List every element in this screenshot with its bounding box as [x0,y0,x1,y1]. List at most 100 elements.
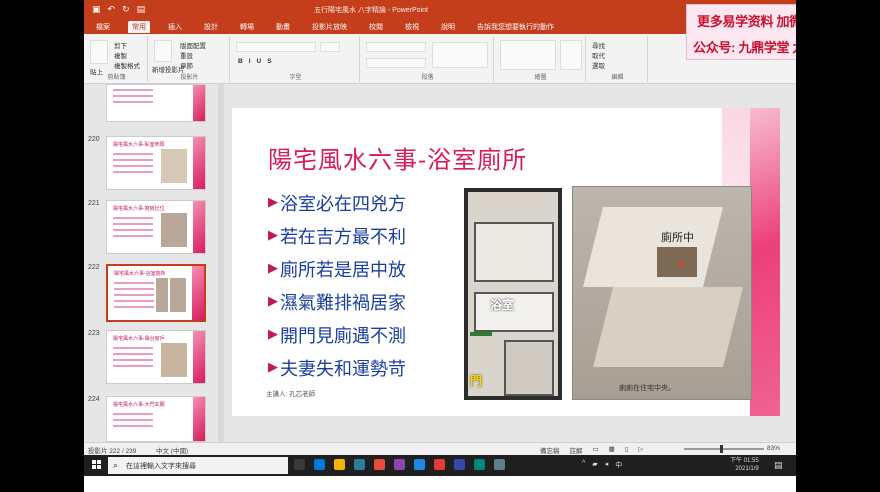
font-family-select[interactable] [236,42,316,52]
find-button[interactable]: 尋找 [592,40,605,50]
current-slide[interactable]: 陽宅風水六事-浴室廁所 ▶ 浴室必在四兇方 ▶ 若在吉方最不利 ▶ 廁所若是居中放 ▶… [232,108,780,416]
tab-animations[interactable]: 動畫 [272,21,294,33]
format-painter-button[interactable]: 複製格式 [114,60,140,70]
slide-thumbnail-panel: 220 陽宅風水六事-臥室佈局 221 陽宅風水六事-廚房灶位 222 陽宅風水… [84,84,219,442]
group-slides: 新增投影片 版面配置 重設 章節 投影片 [150,36,230,82]
reading-view-icon[interactable]: ▯ [625,445,629,455]
ime-indicator[interactable]: 中 [615,460,622,470]
bullet-item: ▶ 濕氣難排禍居家 [268,292,406,314]
list-buttons[interactable] [366,42,426,52]
app-icon[interactable] [494,459,505,470]
network-icon[interactable]: ▰ [592,460,597,470]
slide-number: 223 [88,330,100,337]
door-label: 門 [470,374,483,388]
slide-thumbnail[interactable]: 陽宅風水六事-大門玄關 [106,396,206,442]
zoom-level[interactable]: 83% [767,445,780,452]
present-icon[interactable]: ▤ [137,4,146,15]
slide-thumbnail[interactable]: 陽宅風水六事-臥室佈局 [106,136,206,190]
normal-view-icon[interactable]: ▭ [593,445,599,455]
thumbnail-title: 陽宅風水六事-浴室廁所 [114,271,166,277]
app-icon[interactable] [454,459,465,470]
tab-review[interactable]: 校閱 [365,21,387,33]
text-direction-buttons[interactable] [432,42,488,68]
app-icon[interactable] [394,459,405,470]
clock-date: 2021/1/9 [735,466,759,472]
arrange-button[interactable] [560,40,582,70]
system-clock[interactable]: 下午 01:55 2021/1/9 [730,457,759,473]
save-icon[interactable]: ▣ [92,4,101,15]
slide-number: 222 [88,264,100,271]
group-label-clipboard: 剪貼簿 [107,75,126,81]
bullet-arrow-icon: ▶ [268,261,278,276]
replace-button[interactable]: 取代 [592,50,605,60]
font-size-select[interactable] [320,42,340,52]
slide-number: 221 [88,200,100,207]
slide-thumbnail-selected[interactable]: 陽宅風水六事-浴室廁所 [106,264,206,322]
group-label-paragraph: 段落 [421,75,434,81]
volume-icon[interactable]: ◂ [605,460,609,470]
select-button[interactable]: 選取 [592,60,605,70]
align-buttons[interactable] [366,58,426,68]
tab-design[interactable]: 設計 [200,21,222,33]
new-slide-button[interactable] [154,40,172,62]
house-render-image[interactable]: 廁所中 廁廁在住宅中央。 [572,186,752,400]
sorter-view-icon[interactable]: ▦ [609,445,615,455]
taskbar-search-box[interactable]: ⌕ 在這裡輸入文字來搜尋 [108,457,288,474]
bullet-item: ▶ 浴室必在四兇方 [268,193,406,215]
shapes-gallery[interactable] [500,40,556,70]
paste-button[interactable] [90,40,108,64]
tab-slideshow[interactable]: 投影片放映 [308,21,351,33]
store-icon[interactable] [354,459,365,470]
layout-button[interactable]: 版面配置 [180,40,206,50]
tab-view[interactable]: 檢視 [401,21,423,33]
bullet-arrow-icon: ▶ [268,360,278,375]
tab-home[interactable]: 常用 [128,21,150,33]
font-style-buttons[interactable]: BIUS [238,58,278,65]
powerpoint-window: ▣ ↶ ↻ ▤ 五行陽宅風水 八字精論 - PowerPoint 檔案 常用 插… [84,0,796,455]
comments-button[interactable]: 註解 [570,445,583,455]
redo-icon[interactable]: ↻ [122,4,130,15]
bullet-arrow-icon: ▶ [268,195,278,210]
slide-title[interactable]: 陽宅風水六事-浴室廁所 [268,140,527,175]
tab-file[interactable]: 檔案 [92,21,114,33]
group-clipboard: 貼上 剪下 複製 複製格式 剪貼簿 [86,36,148,82]
app-icon[interactable] [474,459,485,470]
slide-thumbnail[interactable] [106,84,206,122]
slideshow-view-icon[interactable]: ▷ [638,445,643,455]
copy-button[interactable]: 複製 [114,50,127,60]
floorplan-image[interactable]: 浴室 門 [464,188,562,400]
chevron-up-icon[interactable]: ^ [582,460,585,470]
thumbnail-title: 陽宅風水六事-廚房灶位 [113,206,165,212]
windows-start-icon[interactable] [92,460,102,470]
tab-insert[interactable]: 插入 [164,21,186,33]
reset-button[interactable]: 重設 [180,50,193,60]
edge-icon[interactable] [414,459,425,470]
group-paragraph: 段落 [362,36,494,82]
chrome-icon[interactable] [434,459,445,470]
task-view-icon[interactable] [314,459,325,470]
notification-icon[interactable]: ▤ [774,460,783,471]
slide-number: 220 [88,136,100,143]
cut-button[interactable]: 剪下 [114,40,127,50]
tab-help[interactable]: 說明 [437,21,459,33]
tab-transitions[interactable]: 轉場 [236,21,258,33]
slide-thumbnail[interactable]: 陽宅風水六事-陽台窗戶 [106,330,206,384]
zoom-slider[interactable] [684,448,764,450]
tell-me-search[interactable]: 告訴我您想要執行的動作 [473,21,558,33]
file-explorer-icon[interactable] [334,459,345,470]
location-marker-icon [679,261,684,266]
browser-icon[interactable] [374,459,385,470]
slide-decoration-pink [750,108,780,416]
slide-thumbnail[interactable]: 陽宅風水六事-廚房灶位 [106,200,206,254]
group-font: BIUS 字型 [232,36,360,82]
zoom-slider-handle[interactable] [720,445,723,453]
undo-icon[interactable]: ↶ [108,4,116,15]
letterbox-right [796,0,880,492]
status-bar: 投影片 222 / 239 中文 (中國) 備忘稿 註解 ▭ ▦ ▯ ▷ 83% [84,442,796,455]
language-indicator[interactable]: 中文 (中國) [156,445,188,455]
bullet-list[interactable]: ▶ 浴室必在四兇方 ▶ 若在吉方最不利 ▶ 廁所若是居中放 ▶ 濕氣難排禍居家 ▶ 開門見… [268,186,406,384]
bullet-item: ▶ 若在吉方最不利 [268,226,406,248]
notes-button[interactable]: 備忘稿 [540,445,560,455]
cortana-icon[interactable] [294,459,305,470]
section-button[interactable]: 章節 [180,60,193,70]
